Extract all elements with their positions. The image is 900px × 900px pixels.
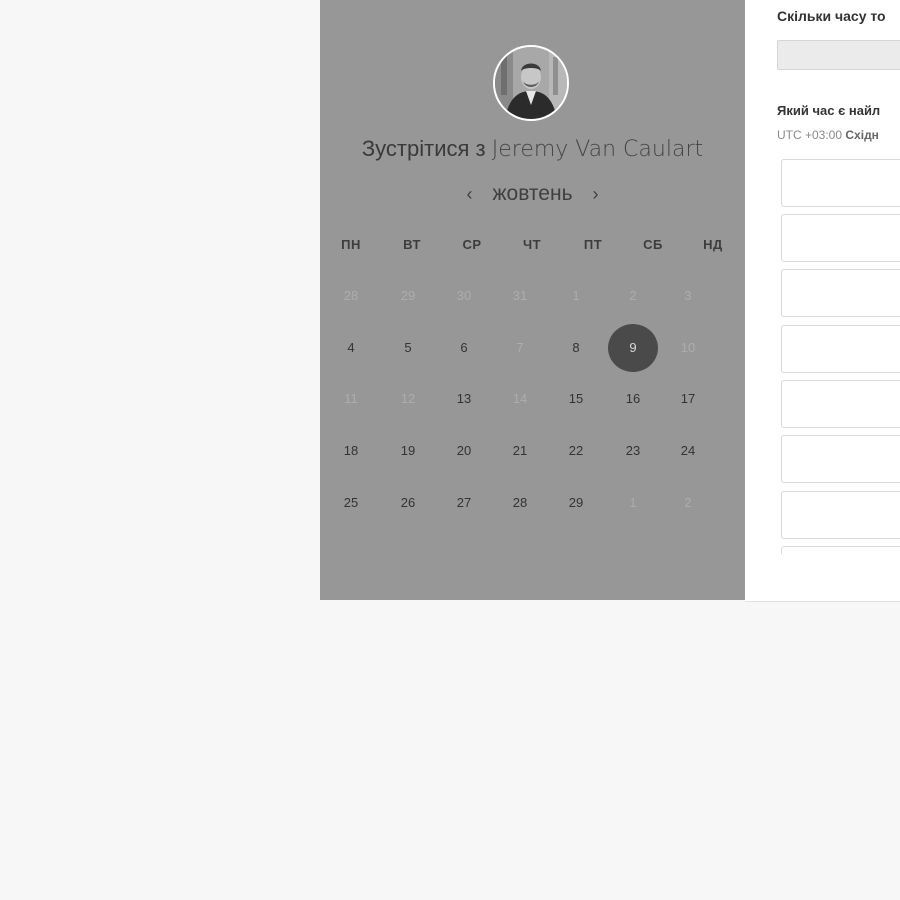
details-panel: Скільки часу то Який час є найл UTC +03:… <box>745 0 900 601</box>
calendar-day[interactable]: 21 <box>500 441 540 461</box>
booking-title: Зустрітися з Jeremy Van Caulart <box>320 136 745 162</box>
calendar-day[interactable]: 8 <box>556 338 596 358</box>
chevron-right-icon[interactable]: › <box>583 184 609 205</box>
calendar-day[interactable]: 26 <box>388 493 428 513</box>
host-avatar-photo <box>495 47 567 119</box>
weekday-label: ВТ <box>403 237 421 252</box>
calendar-day[interactable]: 20 <box>444 441 484 461</box>
calendar-day: 30 <box>456 288 472 303</box>
weekday-label: ПН <box>341 237 361 252</box>
title-prefix: Зустрітися з <box>361 136 486 161</box>
weekday-header: ПН ВТ СР ЧТ ПТ СБ НД <box>320 237 745 255</box>
time-question: Який час є найл <box>777 103 881 118</box>
weekday-label: ПТ <box>583 237 603 252</box>
calendar-day[interactable]: 5 <box>388 338 428 358</box>
weekday-label: СР <box>462 237 482 252</box>
calendar-day: 12 <box>400 391 416 406</box>
calendar-day: 7 <box>516 340 524 355</box>
calendar-day[interactable]: 15 <box>556 389 596 409</box>
calendar-day: 3 <box>684 288 692 303</box>
calendar-day: 31 <box>512 288 528 303</box>
duration-selector[interactable] <box>777 40 900 70</box>
calendar-day[interactable]: 27 <box>444 493 484 513</box>
calendar-day: 10 <box>680 340 696 355</box>
time-slot[interactable] <box>781 269 900 317</box>
calendar-day-selected[interactable]: 9 <box>608 324 658 372</box>
time-slot[interactable] <box>781 491 900 539</box>
time-slot[interactable] <box>781 435 900 483</box>
calendar-day[interactable]: 28 <box>500 493 540 513</box>
calendar-day[interactable]: 13 <box>444 389 484 409</box>
calendar-day[interactable]: 16 <box>613 389 653 409</box>
duration-question: Скільки часу то <box>777 8 886 24</box>
calendar-day[interactable]: 22 <box>556 441 596 461</box>
calendar-day[interactable]: 6 <box>444 338 484 358</box>
time-slot[interactable] <box>781 546 900 554</box>
calendar-day: 2 <box>684 495 692 510</box>
calendar-day: 28 <box>343 288 359 303</box>
calendar-panel: Зустрітися з Jeremy Van Caulart ‹ жовтен… <box>320 0 745 600</box>
time-slot-list <box>745 140 900 554</box>
calendar-day: 1 <box>572 288 580 303</box>
calendar-day: 14 <box>512 391 528 406</box>
host-name: Jeremy Van Caulart <box>491 137 704 162</box>
calendar-day: 29 <box>400 288 416 303</box>
calendar-day: 1 <box>629 495 637 510</box>
weekday-label: ЧТ <box>522 237 542 252</box>
calendar-day: 2 <box>629 288 637 303</box>
calendar-day[interactable]: 29 <box>556 493 596 513</box>
calendar-day[interactable]: 25 <box>331 493 371 513</box>
calendar-day[interactable]: 19 <box>388 441 428 461</box>
time-slot[interactable] <box>781 214 900 262</box>
host-avatar <box>493 45 569 121</box>
weekday-label: НД <box>703 237 723 252</box>
weekday-label: СБ <box>643 237 663 252</box>
time-slot[interactable] <box>781 159 900 207</box>
month-label: жовтень <box>492 182 573 205</box>
calendar-day[interactable]: 18 <box>331 441 371 461</box>
calendar-day[interactable]: 17 <box>668 389 708 409</box>
chevron-left-icon[interactable]: ‹ <box>456 184 482 205</box>
time-slot[interactable] <box>781 380 900 428</box>
calendar-day: 11 <box>344 391 358 406</box>
calendar-day[interactable]: 4 <box>331 338 371 358</box>
calendar-day[interactable]: 24 <box>668 441 708 461</box>
calendar-day[interactable]: 23 <box>613 441 653 461</box>
month-navigation: ‹ жовтень › <box>320 180 745 208</box>
time-slot[interactable] <box>781 325 900 373</box>
